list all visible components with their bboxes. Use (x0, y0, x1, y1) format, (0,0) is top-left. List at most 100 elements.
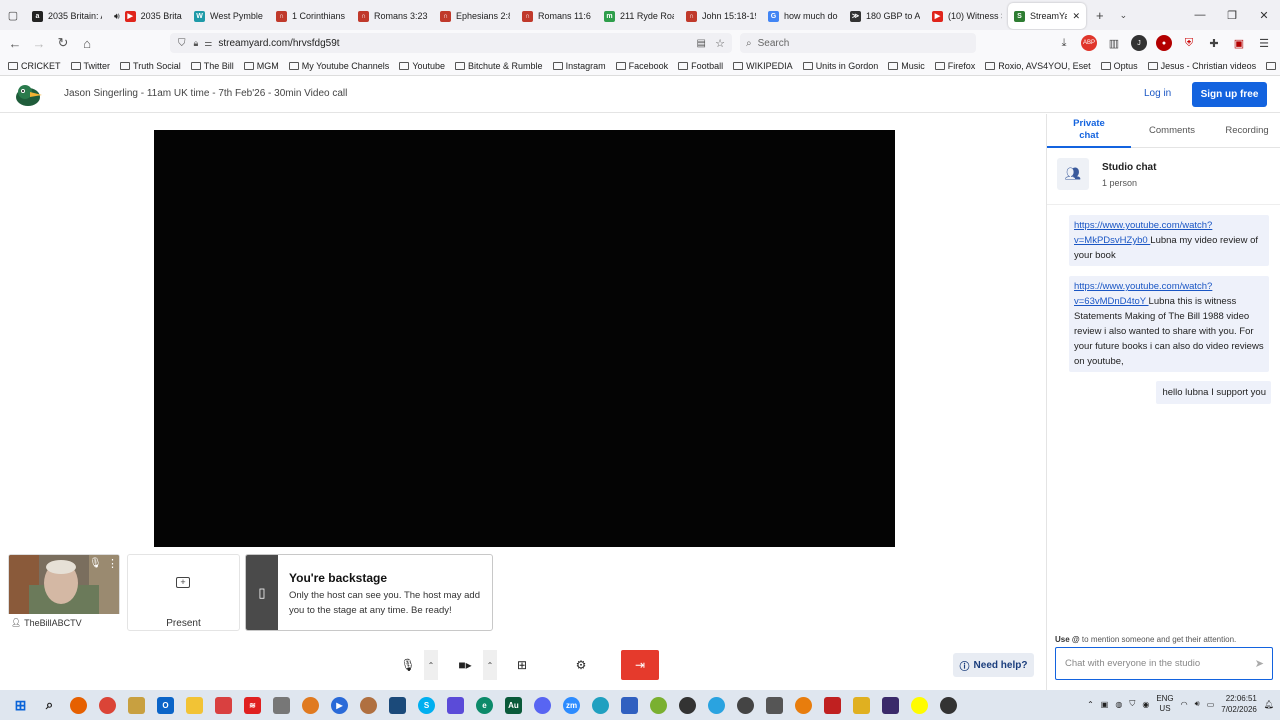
tab-private-chat[interactable]: Private chat (1047, 114, 1131, 148)
lock-icon[interactable]: 🔒︎ (194, 38, 199, 49)
edge-icon[interactable]: e (476, 696, 493, 714)
sidebar-icon[interactable]: ▥ (1106, 35, 1122, 51)
microphone-button[interactable]: 🎙︎ (392, 650, 424, 680)
browser-tab[interactable]: W West Pymble W (188, 3, 270, 29)
tray-chevron-icon[interactable]: ⌃ (1087, 700, 1094, 709)
reader-mode-icon[interactable]: ▤ (697, 38, 706, 49)
chat-input[interactable]: Chat with everyone in the studio ➤ (1055, 647, 1273, 680)
media-player-icon[interactable]: ▶ (331, 696, 348, 714)
extension-icon[interactable]: J (1131, 35, 1147, 51)
new-tab-button[interactable]: + (1096, 8, 1104, 23)
signup-button[interactable]: Sign up free (1192, 82, 1267, 107)
audio-playing-icon[interactable]: 🔊︎ (114, 11, 120, 22)
more-options-icon[interactable]: ⋮ (107, 557, 118, 570)
security-app-icon[interactable] (679, 696, 696, 714)
snapchat-icon[interactable] (911, 696, 928, 714)
tab-recording[interactable]: Recording (1213, 114, 1280, 148)
notes-app-icon[interactable] (853, 696, 870, 714)
browser-tab[interactable]: Ghow much doe (762, 3, 844, 29)
bookmark-item[interactable]: Optus (1100, 61, 1138, 71)
menu-icon[interactable]: ☰ (1256, 35, 1272, 51)
leave-studio-button[interactable]: ⇥ (621, 650, 659, 680)
present-button[interactable]: + Present (127, 554, 240, 631)
settings-gear-icon[interactable]: ⚙ (565, 650, 597, 680)
camera-options-caret[interactable]: ⌃ (483, 650, 497, 680)
forward-arrow-icon[interactable]: → (27, 36, 51, 51)
tray-security-icon[interactable]: ⛉ (1129, 699, 1135, 709)
chrome-icon[interactable] (99, 696, 116, 714)
system-clock[interactable]: 22:06:51 7/02/2026 (1221, 693, 1257, 715)
battery-icon[interactable]: ▭ (1207, 700, 1215, 709)
bookmark-item[interactable]: Magna Pacific/Beyond... (1266, 61, 1280, 71)
taskbar-search-icon[interactable]: ⌕ (41, 697, 58, 714)
app-grid-icon[interactable] (447, 696, 464, 714)
skype-icon[interactable]: S (418, 696, 435, 714)
bookmark-item[interactable]: Jesus - Christian videos (1147, 61, 1256, 71)
shield-extension-icon[interactable]: ⛨ (1181, 35, 1197, 51)
chatgpt-icon[interactable] (940, 696, 957, 714)
red-app-icon[interactable]: ≋ (244, 696, 261, 714)
bookmark-item[interactable]: Facebook (615, 61, 668, 71)
url-bar[interactable]: ⛉ 🔒︎ ⚌ streamyard.com/hrvsfdg59t ▤ ☆ (170, 33, 732, 53)
bookmark-item[interactable]: MGM (243, 61, 279, 71)
bookmark-item[interactable]: Football (678, 61, 723, 71)
streamyard-duck-logo[interactable] (14, 81, 44, 109)
need-help-button[interactable]: ⓘ Need help? (953, 653, 1034, 677)
adblock-extension-icon[interactable]: ABP (1081, 35, 1097, 51)
url-text[interactable]: streamyard.com/hrvsfdg59t (218, 38, 339, 49)
bookmark-item[interactable]: Bitchute & Rumble (455, 61, 543, 71)
vpn-icon[interactable] (621, 696, 638, 714)
bookmark-item[interactable]: Music (888, 61, 925, 71)
bookmark-item[interactable]: Youtube (399, 61, 445, 71)
login-link[interactable]: Log in (1144, 88, 1171, 99)
bookmark-item[interactable]: Instagram (552, 61, 606, 71)
photos-icon[interactable] (215, 696, 232, 714)
camera-button[interactable]: ■▸ (449, 650, 481, 680)
file-explorer-icon[interactable] (186, 696, 203, 714)
circle-app-icon[interactable] (592, 696, 609, 714)
telegram-icon[interactable] (708, 696, 725, 714)
share-screen-button[interactable]: ⊞ (507, 650, 537, 680)
browser-tab[interactable]: ▶ (10) Witness St (926, 3, 1008, 29)
download-icon[interactable]: ⤓ (1056, 35, 1072, 51)
volume-icon[interactable]: 🔊︎ (1195, 699, 1200, 709)
ublock-extension-icon[interactable]: ● (1156, 35, 1172, 51)
browser-tab[interactable]: ∩ Romans 3:23-2 (352, 3, 434, 29)
shield-icon[interactable]: ⛉ (178, 38, 186, 49)
back-arrow-icon[interactable]: ← (3, 36, 27, 51)
close-tab-icon[interactable]: ✕ (1072, 11, 1080, 22)
bookmark-item[interactable]: Units in Gordon (802, 61, 878, 71)
bookmark-item[interactable]: Twitter (70, 61, 110, 71)
tools-icon[interactable] (273, 696, 290, 714)
blender-icon[interactable] (795, 696, 812, 714)
zoom-icon[interactable]: zm (563, 696, 580, 714)
reload-icon[interactable]: ↻ (51, 35, 75, 51)
tray-vpn-icon[interactable]: ◉ (1142, 700, 1149, 709)
mic-icon[interactable]: 🎙︎ (89, 558, 102, 569)
burn-app-icon[interactable] (302, 696, 319, 714)
browser-tab[interactable]: ∩ Romans 11:6 K (516, 3, 598, 29)
permissions-icon[interactable]: ⚌ (204, 38, 212, 49)
wifi-icon[interactable]: ◠ (1181, 700, 1188, 709)
profile-extension-icon[interactable]: ▣ (1231, 35, 1247, 51)
windows-start-icon[interactable]: ⊞ (12, 697, 29, 714)
microphone-options-caret[interactable]: ⌃ (424, 650, 438, 680)
browser-tab[interactable]: 🔊︎ ▶ 2035 Britai (108, 3, 188, 29)
bookmark-item[interactable]: WIKIPEDIA (733, 61, 793, 71)
discord-icon[interactable] (534, 696, 551, 714)
video-editor-icon[interactable] (766, 696, 783, 714)
bookmark-item[interactable]: Roxio, AVS4YOU, Eset (985, 61, 1091, 71)
tab-comments[interactable]: Comments (1137, 114, 1207, 148)
browser-tab[interactable]: ≫ 180 GBP to AU (844, 3, 926, 29)
bookmark-item[interactable]: My Youtube Channels (288, 61, 389, 71)
player-app-icon[interactable] (882, 696, 899, 714)
audition-icon[interactable]: Au (505, 696, 522, 714)
browser-tab[interactable]: ∩ John 15:18-19 (680, 3, 762, 29)
restore-button[interactable]: ❐ (1216, 9, 1248, 22)
bookmark-star-icon[interactable]: ☆ (715, 37, 725, 50)
red-tool-icon[interactable] (824, 696, 841, 714)
extensions-puzzle-icon[interactable]: ✚ (1206, 35, 1222, 51)
media-app-icon[interactable] (128, 696, 145, 714)
send-icon[interactable]: ➤ (1255, 657, 1264, 670)
character-app-icon[interactable] (360, 696, 377, 714)
